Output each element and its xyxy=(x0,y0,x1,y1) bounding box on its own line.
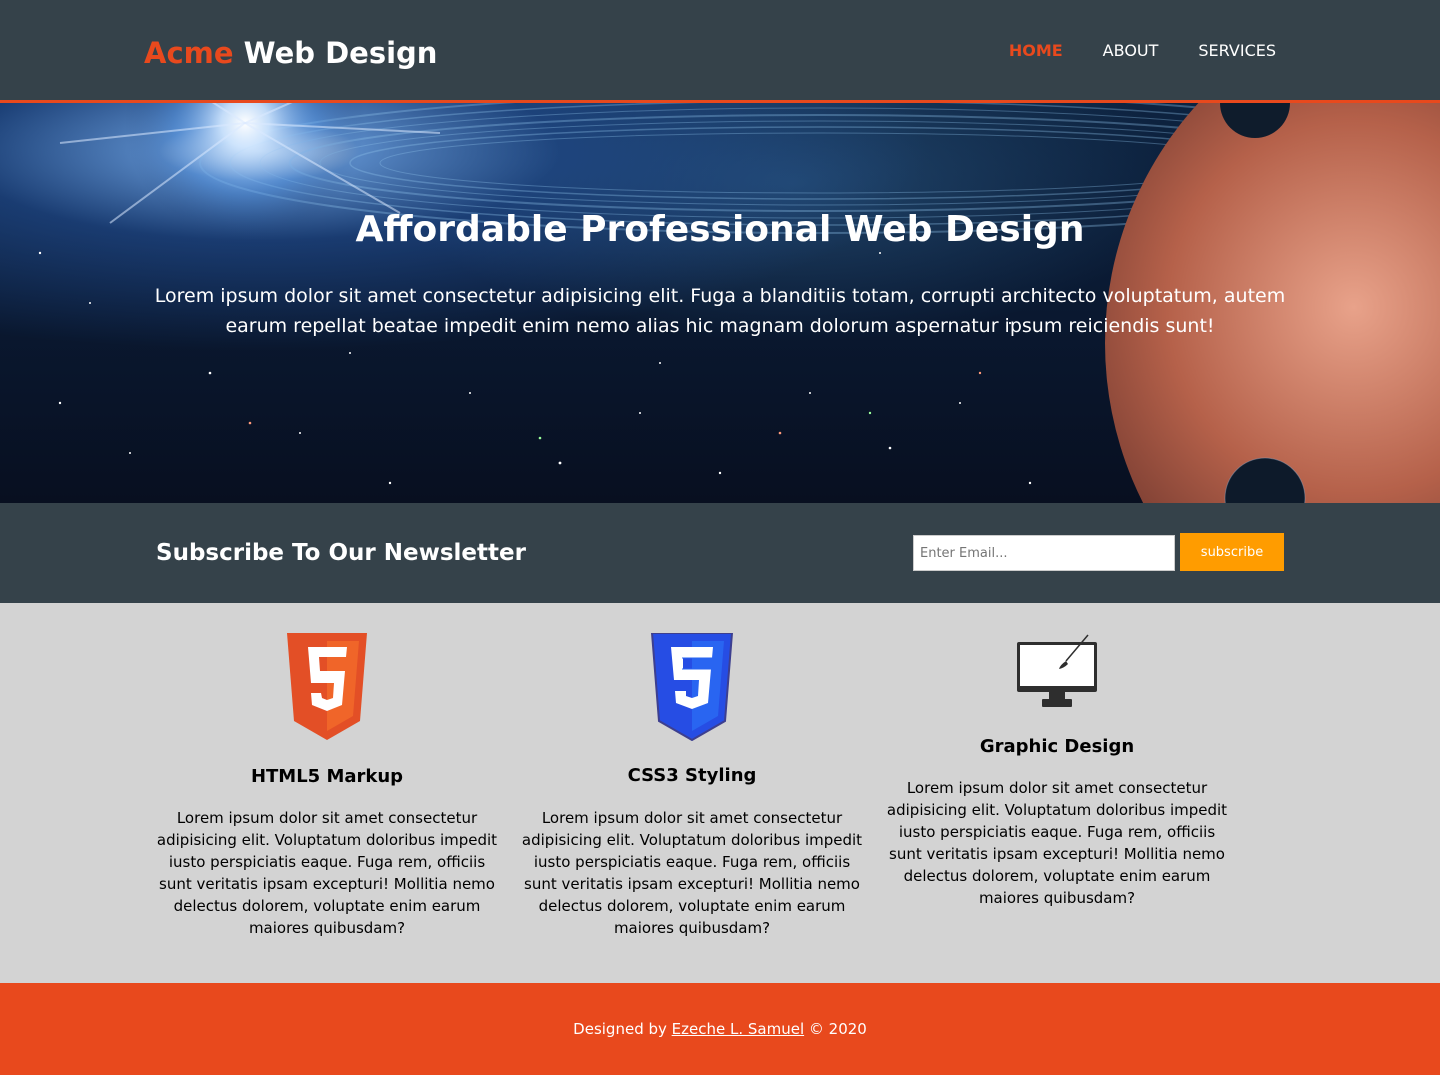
hero-title: Affordable Professional Web Design xyxy=(355,209,1085,250)
feature-box-graphic-design: Graphic Design Lorem ipsum dolor sit ame… xyxy=(882,633,1232,909)
html5-logo-icon xyxy=(287,633,367,740)
footer-prefix: Designed by xyxy=(573,1020,672,1038)
site-header: Acme Web Design HOME ABOUT SERVICES xyxy=(0,0,1440,103)
nav-about-link[interactable]: ABOUT xyxy=(1103,40,1159,62)
feature-text: Lorem ipsum dolor sit amet consectetur a… xyxy=(156,809,498,937)
nav-home-link[interactable]: HOME xyxy=(1009,40,1063,62)
footer-copyright: © 2020 xyxy=(804,1020,867,1038)
newsletter-section: Subscribe To Our Newsletter subscribe xyxy=(0,503,1440,603)
hero-text: Lorem ipsum dolor sit amet consectetur a… xyxy=(154,285,1286,337)
feature-text: Lorem ipsum dolor sit amet consectetur a… xyxy=(886,779,1228,907)
feature-box-html5: HTML5 Markup Lorem ipsum dolor sit amet … xyxy=(152,633,502,939)
site-footer: Designed by Ezeche L. Samuel © 2020 xyxy=(0,983,1440,1075)
site-logo[interactable]: Acme Web Design xyxy=(144,33,437,73)
author-link[interactable]: Ezeche L. Samuel xyxy=(672,1020,804,1038)
features-section: HTML5 Markup Lorem ipsum dolor sit amet … xyxy=(0,603,1440,983)
main-nav: HOME ABOUT SERVICES xyxy=(1009,40,1276,62)
monitor-brush-icon xyxy=(1017,634,1097,707)
feature-title: Graphic Design xyxy=(979,736,1135,757)
logo-highlight: Acme xyxy=(144,36,234,70)
hero-showcase: Affordable Professional Web Design Lorem… xyxy=(0,103,1440,503)
nav-services-link[interactable]: SERVICES xyxy=(1198,40,1276,62)
subscribe-button[interactable]: subscribe xyxy=(1180,533,1284,571)
feature-title: HTML5 Markup xyxy=(250,766,404,787)
css3-logo-icon xyxy=(651,633,733,741)
feature-text: Lorem ipsum dolor sit amet consectetur a… xyxy=(521,809,863,937)
feature-title: CSS3 Styling xyxy=(627,765,757,786)
newsletter-title: Subscribe To Our Newsletter xyxy=(156,540,526,566)
email-input[interactable] xyxy=(913,535,1175,571)
feature-box-css3: CSS3 Styling Lorem ipsum dolor sit amet … xyxy=(517,633,867,939)
logo-text: Web Design xyxy=(233,36,438,70)
